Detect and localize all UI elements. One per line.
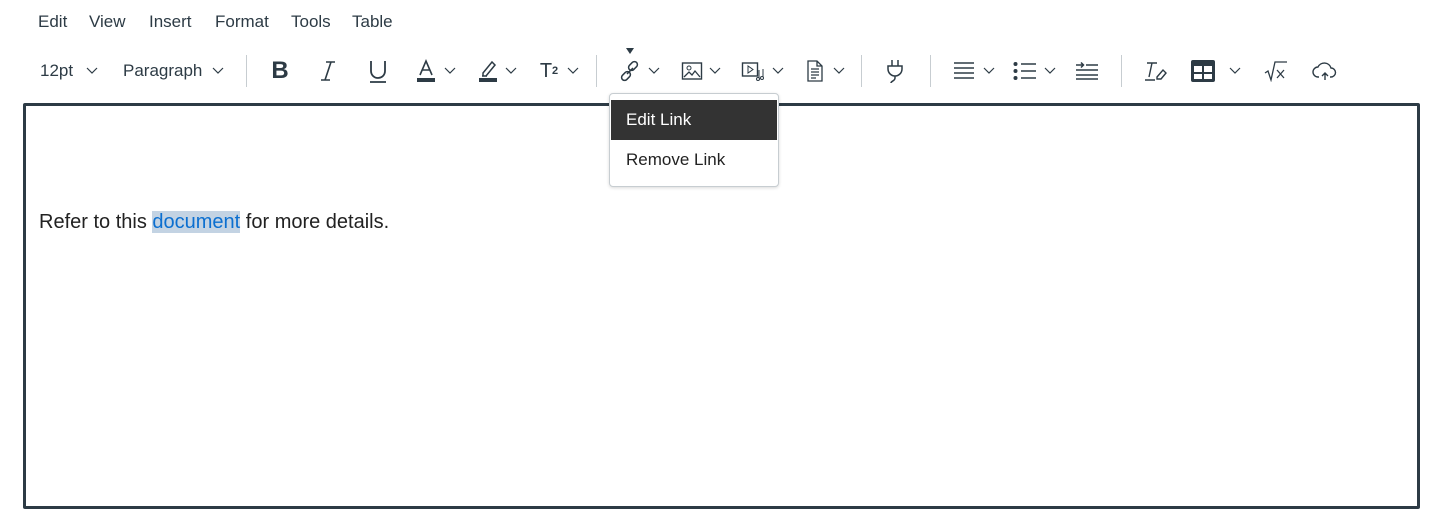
- link-button[interactable]: [618, 58, 642, 84]
- highlight-button[interactable]: [476, 58, 500, 84]
- align-button[interactable]: [952, 58, 976, 84]
- italic-icon: [321, 61, 335, 81]
- link-icon: [620, 60, 639, 82]
- chevron-down-icon[interactable]: [648, 64, 660, 76]
- edit-link-item[interactable]: Edit Link: [611, 100, 777, 140]
- document-icon: [807, 60, 823, 82]
- divider: [596, 55, 597, 87]
- menu-edit[interactable]: Edit: [38, 12, 67, 32]
- chevron-down-icon[interactable]: [1044, 64, 1056, 76]
- bold-button[interactable]: B: [268, 57, 292, 84]
- selected-link[interactable]: document: [152, 211, 241, 233]
- link-menu: Edit Link Remove Link: [609, 93, 779, 187]
- bold-icon: B: [271, 57, 289, 84]
- plugin-button[interactable]: [883, 58, 907, 84]
- media-button[interactable]: [741, 58, 765, 84]
- math-button[interactable]: [1264, 58, 1288, 84]
- chevron-down-icon[interactable]: [1229, 64, 1241, 76]
- block-format-value: Paragraph: [123, 61, 203, 80]
- text-color-button[interactable]: [414, 58, 438, 84]
- image-button[interactable]: [680, 58, 704, 84]
- font-size-select[interactable]: 12pt: [40, 58, 73, 84]
- menu-table[interactable]: Table: [352, 12, 393, 32]
- chevron-down-icon[interactable]: [772, 64, 784, 76]
- document-button[interactable]: [803, 58, 827, 84]
- indent-icon: [1076, 61, 1098, 80]
- table-icon: [1191, 60, 1215, 82]
- divider: [1121, 55, 1122, 87]
- chevron-down-icon[interactable]: [567, 64, 579, 76]
- font-size-value: 12pt: [40, 61, 74, 80]
- indent-button[interactable]: [1075, 58, 1099, 84]
- remove-link-item[interactable]: Remove Link: [611, 140, 777, 180]
- superscript-button[interactable]: T2: [537, 58, 561, 84]
- chevron-down-icon[interactable]: [833, 64, 845, 76]
- superscript-exponent: 2: [552, 65, 559, 77]
- italic-button[interactable]: [316, 58, 340, 84]
- divider: [930, 55, 931, 87]
- chevron-down-icon[interactable]: [505, 64, 517, 76]
- block-format-select[interactable]: Paragraph: [123, 58, 202, 84]
- superscript-icon: T: [539, 59, 553, 82]
- chevron-down-icon[interactable]: [444, 64, 456, 76]
- text-before: Refer to this: [39, 211, 153, 233]
- underline-button[interactable]: [366, 58, 390, 84]
- divider: [246, 55, 247, 87]
- list-button[interactable]: [1013, 58, 1037, 84]
- table-button[interactable]: [1191, 58, 1215, 84]
- underline-icon: [370, 61, 386, 83]
- menu-insert[interactable]: Insert: [149, 12, 192, 32]
- menu-tools[interactable]: Tools: [291, 12, 331, 32]
- chevron-down-icon[interactable]: [86, 64, 98, 76]
- chevron-down-icon[interactable]: [709, 64, 721, 76]
- clear-formatting-button[interactable]: [1143, 58, 1167, 84]
- plugin-icon: [887, 60, 903, 84]
- list-icon: [1013, 62, 1036, 80]
- cloud-upload-button[interactable]: [1312, 58, 1338, 84]
- clear-formatting-icon: [1145, 62, 1167, 81]
- menu-view[interactable]: View: [89, 12, 126, 32]
- chevron-down-icon[interactable]: [212, 64, 224, 76]
- active-indicator-icon: [626, 48, 634, 54]
- image-icon: [681, 62, 703, 80]
- align-icon: [954, 62, 974, 79]
- text-color-icon: [417, 58, 435, 82]
- cloud-upload-icon: [1312, 62, 1337, 80]
- highlight-icon: [479, 60, 497, 82]
- chevron-down-icon[interactable]: [983, 64, 995, 76]
- editor-content[interactable]: Refer to this document for more details.: [39, 211, 389, 234]
- menu-format[interactable]: Format: [215, 12, 269, 32]
- divider: [861, 55, 862, 87]
- text-after: for more details.: [240, 211, 390, 233]
- media-icon: [741, 62, 764, 81]
- math-icon: [1264, 61, 1287, 82]
